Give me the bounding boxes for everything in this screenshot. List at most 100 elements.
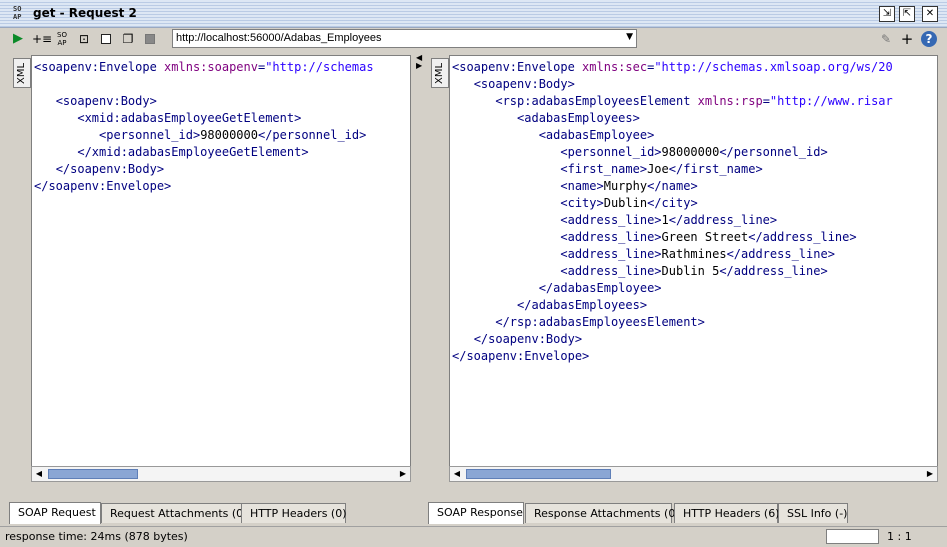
xml-token: </name>	[647, 179, 698, 193]
soap-ap-icon: SO AP	[13, 5, 27, 23]
xml-token: 1	[661, 213, 669, 227]
scroll-thumb[interactable]	[48, 469, 138, 479]
xml-token: Dublin	[603, 196, 648, 210]
response-horizontal-scrollbar[interactable]: ◀ ▶	[449, 466, 938, 482]
xml-line: <address_line>Green Street</address_line…	[452, 229, 893, 246]
stop-icon[interactable]	[142, 31, 158, 47]
copy-icon[interactable]: ❐	[120, 31, 136, 47]
xml-token: xmlns:rsp	[697, 94, 763, 108]
plus-icon[interactable]: +	[899, 31, 915, 47]
xml-line: </rsp:adabasEmployeesElement>	[452, 314, 893, 331]
xml-token: <personnel_id>	[560, 145, 662, 159]
xml-token: </soapenv:Envelope>	[34, 179, 172, 193]
logo-line-2: AP	[13, 13, 22, 21]
endpoint-url-text: http://localhost:56000/Adabas_Employees	[176, 32, 382, 44]
endpoint-url-select[interactable]: http://localhost:56000/Adabas_Employees …	[172, 29, 637, 48]
xml-token: <name>	[560, 179, 604, 193]
scroll-right-icon[interactable]: ▶	[396, 467, 410, 481]
restore-icon[interactable]: ⇲	[879, 6, 895, 22]
response-xml-editor[interactable]: <soapenv:Envelope xmlns:sec = "http://sche…	[449, 55, 938, 480]
xml-line: <soapenv:Envelope xmlns:soapenv="http://…	[34, 59, 374, 76]
xml-token: <xmid:adabasEmployeeGetElement>	[77, 111, 302, 125]
xml-line: <name>Murphy</name>	[452, 178, 893, 195]
request-xml-content[interactable]: <soapenv:Envelope xmlns:soapenv="http://…	[34, 59, 374, 195]
xml-token: 98000000	[661, 145, 720, 159]
xml-token: </personnel_id>	[719, 145, 828, 159]
screen-icon[interactable]: ⊡	[76, 31, 92, 47]
xml-token: <adabasEmployee>	[538, 128, 655, 142]
xml-token: <adabasEmployees>	[517, 111, 640, 125]
xml-token: Joe	[647, 162, 669, 176]
cursor-position: 1 : 1	[887, 530, 912, 543]
play-icon[interactable]: ▶	[10, 31, 26, 47]
xml-token: <address_line>	[560, 264, 662, 278]
xml-line: </adabasEmployee>	[452, 280, 893, 297]
xml-token: "http://schemas	[265, 60, 374, 74]
xml-line: <address_line>Rathmines</address_line>	[452, 246, 893, 263]
request-xml-tab[interactable]: XML	[13, 58, 31, 88]
maximize-icon[interactable]: ⇱	[899, 6, 915, 22]
tab-request-attachments[interactable]: Request Attachments (0)	[101, 503, 249, 523]
square-icon[interactable]	[98, 31, 114, 47]
xml-line: <personnel_id>98000000</personnel_id>	[452, 144, 893, 161]
xml-token: </address_line>	[726, 247, 835, 261]
xml-token: "http://schemas.xmlsoap.org/ws/20	[654, 60, 893, 74]
request-xml-editor[interactable]: <soapenv:Envelope xmlns:soapenv="http://…	[31, 55, 411, 480]
xml-token: <soapenv:Envelope	[34, 60, 165, 74]
tab-response-attachments[interactable]: Response Attachments (0)	[525, 503, 680, 523]
xml-token: </xmid:adabasEmployeeGetElement>	[77, 145, 309, 159]
soap-icon[interactable]: SO AP	[54, 31, 70, 47]
xml-line: </soapenv:Envelope>	[452, 348, 893, 365]
status-bar: response time: 24ms (878 bytes) 1 : 1	[0, 526, 947, 547]
xml-token: Murphy	[603, 179, 648, 193]
xml-token: 98000000	[200, 128, 258, 142]
response-xml-tab[interactable]: XML	[431, 58, 449, 88]
request-horizontal-scrollbar[interactable]: ◀ ▶	[31, 466, 411, 482]
xml-line: <soapenv:Body>	[34, 93, 374, 110]
xml-token: =	[762, 94, 770, 108]
xml-token: <city>	[560, 196, 604, 210]
xml-token: <address_line>	[560, 247, 662, 261]
xml-token: </soapenv:Body>	[473, 332, 583, 346]
response-time: response time: 24ms (878 bytes)	[5, 530, 188, 543]
scroll-left-icon[interactable]: ◀	[32, 467, 46, 481]
xml-line	[34, 76, 374, 93]
close-icon[interactable]: ✕	[922, 6, 938, 22]
scroll-right-icon[interactable]: ▶	[923, 467, 937, 481]
xml-line: <address_line>1</address_line>	[452, 212, 893, 229]
status-field	[826, 529, 879, 544]
tab-response-http-headers[interactable]: HTTP Headers (6)	[674, 503, 780, 523]
response-xml-content[interactable]: <soapenv:Envelope xmlns:sec = "http://sche…	[452, 59, 893, 365]
xml-token: <personnel_id>	[99, 128, 201, 142]
scroll-thumb[interactable]	[466, 469, 611, 479]
xml-token: xmlns:sec	[582, 60, 648, 74]
xml-token: xmlns:soapenv	[164, 60, 258, 74]
xml-token: </adabasEmployees>	[517, 298, 648, 312]
xml-token: <address_line>	[560, 230, 662, 244]
tab-soap-response[interactable]: SOAP Response	[428, 502, 524, 524]
window-title: get - Request 2	[33, 6, 137, 20]
xml-token: <soapenv:Body>	[55, 94, 157, 108]
tab-request-http-headers[interactable]: HTTP Headers (0)	[241, 503, 347, 523]
xml-token: "http://www.risar	[769, 94, 893, 108]
xml-line: <personnel_id>98000000</personnel_id>	[34, 127, 374, 144]
xml-line: </soapenv:Envelope>	[34, 178, 374, 195]
xml-token: </rsp:adabasEmployeesElement>	[495, 315, 705, 329]
xml-token: Dublin 5	[661, 264, 720, 278]
xml-line: <first_name>Joe</first_name>	[452, 161, 893, 178]
xml-line: <soapenv:Body>	[452, 76, 893, 93]
scroll-left-icon[interactable]: ◀	[450, 467, 464, 481]
tab-ssl-info[interactable]: SSL Info (-)	[778, 503, 848, 523]
xml-token: </soapenv:Envelope>	[452, 349, 590, 363]
tab-soap-request[interactable]: SOAP Request	[9, 502, 101, 524]
help-icon[interactable]: ?	[921, 31, 937, 47]
edit-icon[interactable]: ✎	[878, 31, 894, 47]
logo-line-1: SO	[13, 5, 22, 13]
xml-token: <soapenv:Envelope	[452, 60, 583, 74]
xml-token: <first_name>	[560, 162, 648, 176]
add-step-icon[interactable]: +≡	[32, 31, 52, 47]
chevron-down-icon[interactable]: ▼	[626, 32, 633, 42]
xml-token: <rsp:adabasEmployeesElement	[495, 94, 698, 108]
split-arrows-icon[interactable]: ◀ ▶	[416, 54, 422, 70]
xml-line: <xmid:adabasEmployeeGetElement>	[34, 110, 374, 127]
